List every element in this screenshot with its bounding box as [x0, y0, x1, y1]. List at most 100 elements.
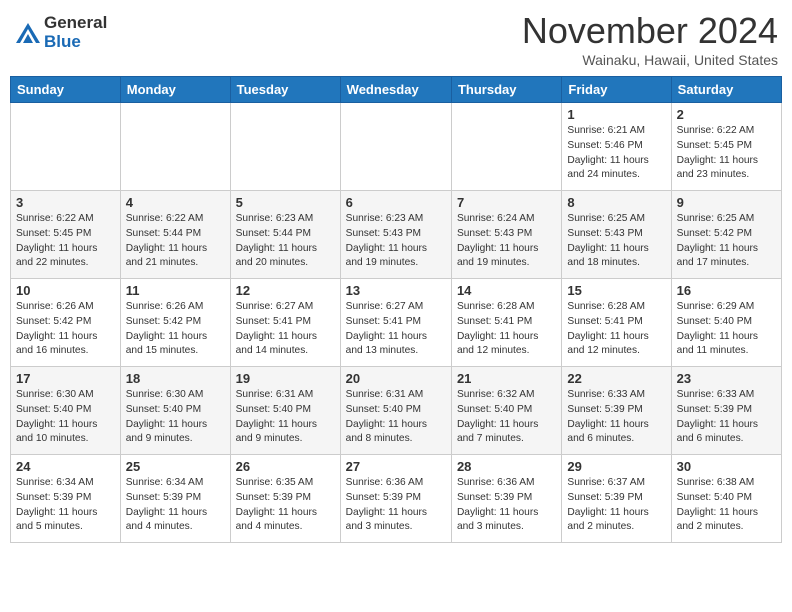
- calendar-cell: 7 Sunrise: 6:24 AM Sunset: 5:43 PM Daylig…: [451, 191, 561, 279]
- calendar-cell: [11, 103, 121, 191]
- day-info: Sunrise: 6:23 AM Sunset: 5:44 PM Dayligh…: [236, 212, 335, 271]
- calendar-cell: 8Sunrise: 6:25 AM Sunset: 5:43 PM Daylig…: [562, 191, 671, 279]
- logo-text: General Blue: [44, 14, 107, 51]
- day-info: Sunrise: 6:27 AM Sunset: 5:41 PM Dayligh…: [346, 300, 446, 359]
- day-info: Sunrise: 6:34 AM Sunset: 5:39 PM Dayligh…: [16, 476, 115, 535]
- day-info: Sunrise: 6:27 AM Sunset: 5:41 PM Dayligh…: [236, 300, 335, 359]
- day-number: 11: [126, 283, 225, 298]
- day-info: Sunrise: 6:22 AM Sunset: 5:44 PM Dayligh…: [126, 212, 225, 271]
- day-number: 25: [126, 459, 225, 474]
- calendar-cell: 2Sunrise: 6:22 AM Sunset: 5:45 PM Daylig…: [671, 103, 781, 191]
- day-number: 27: [346, 459, 446, 474]
- calendar-cell: 17 Sunrise: 6:30 AM Sunset: 5:40 PM Dayli…: [11, 367, 121, 455]
- calendar-cell: 24Sunrise: 6:34 AM Sunset: 5:39 PM Dayli…: [11, 455, 121, 543]
- day-number: 3: [16, 195, 115, 210]
- calendar-week-row: 17 Sunrise: 6:30 AM Sunset: 5:40 PM Dayli…: [11, 367, 782, 455]
- calendar-cell: 25 Sunrise: 6:34 AM Sunset: 5:39 PM Dayli…: [120, 455, 230, 543]
- day-number: 14: [457, 283, 556, 298]
- day-number: 7: [457, 195, 556, 210]
- calendar-cell: [230, 103, 340, 191]
- day-number: 13: [346, 283, 446, 298]
- calendar-cell: 21 Sunrise: 6:32 AM Sunset: 5:40 PM Dayli…: [451, 367, 561, 455]
- day-info: Sunrise: 6:24 AM Sunset: 5:43 PM Dayligh…: [457, 212, 556, 271]
- day-info: Sunrise: 6:21 AM Sunset: 5:46 PM Dayligh…: [567, 124, 665, 183]
- day-of-week-header: Monday: [120, 77, 230, 103]
- day-number: 5: [236, 195, 335, 210]
- day-info: Sunrise: 6:30 AM Sunset: 5:40 PM Dayligh…: [126, 388, 225, 447]
- day-info: Sunrise: 6:36 AM Sunset: 5:39 PM Dayligh…: [346, 476, 446, 535]
- day-number: 20: [346, 371, 446, 386]
- calendar-cell: 20 Sunrise: 6:31 AM Sunset: 5:40 PM Dayli…: [340, 367, 451, 455]
- calendar-cell: 16Sunrise: 6:29 AM Sunset: 5:40 PM Dayli…: [671, 279, 781, 367]
- day-info: Sunrise: 6:26 AM Sunset: 5:42 PM Dayligh…: [16, 300, 115, 359]
- calendar-cell: 6 Sunrise: 6:23 AM Sunset: 5:43 PM Daylig…: [340, 191, 451, 279]
- calendar-cell: 19 Sunrise: 6:31 AM Sunset: 5:40 PM Dayli…: [230, 367, 340, 455]
- calendar-cell: 5 Sunrise: 6:23 AM Sunset: 5:44 PM Daylig…: [230, 191, 340, 279]
- day-info: Sunrise: 6:34 AM Sunset: 5:39 PM Dayligh…: [126, 476, 225, 535]
- calendar-cell: 10 Sunrise: 6:26 AM Sunset: 5:42 PM Dayli…: [11, 279, 121, 367]
- day-info: Sunrise: 6:35 AM Sunset: 5:39 PM Dayligh…: [236, 476, 335, 535]
- calendar-cell: 12 Sunrise: 6:27 AM Sunset: 5:41 PM Dayli…: [230, 279, 340, 367]
- calendar-cell: 11 Sunrise: 6:26 AM Sunset: 5:42 PM Dayli…: [120, 279, 230, 367]
- day-number: 10: [16, 283, 115, 298]
- calendar-cell: 15 Sunrise: 6:28 AM Sunset: 5:41 PM Dayli…: [562, 279, 671, 367]
- day-info: Sunrise: 6:37 AM Sunset: 5:39 PM Dayligh…: [567, 476, 665, 535]
- calendar-week-row: 3 Sunrise: 6:22 AM Sunset: 5:45 PM Daylig…: [11, 191, 782, 279]
- day-info: Sunrise: 6:33 AM Sunset: 5:39 PM Dayligh…: [677, 388, 776, 447]
- day-number: 12: [236, 283, 335, 298]
- day-info: Sunrise: 6:28 AM Sunset: 5:41 PM Dayligh…: [457, 300, 556, 359]
- calendar-table: SundayMondayTuesdayWednesdayThursdayFrid…: [10, 76, 782, 543]
- month-title: November 2024: [522, 10, 778, 52]
- day-number: 29: [567, 459, 665, 474]
- day-of-week-header: Thursday: [451, 77, 561, 103]
- location: Wainaku, Hawaii, United States: [522, 52, 778, 68]
- day-info: Sunrise: 6:32 AM Sunset: 5:40 PM Dayligh…: [457, 388, 556, 447]
- calendar-week-row: 10 Sunrise: 6:26 AM Sunset: 5:42 PM Dayli…: [11, 279, 782, 367]
- calendar-week-row: 24Sunrise: 6:34 AM Sunset: 5:39 PM Dayli…: [11, 455, 782, 543]
- title-block: November 2024 Wainaku, Hawaii, United St…: [522, 10, 778, 68]
- calendar-cell: 27 Sunrise: 6:36 AM Sunset: 5:39 PM Dayli…: [340, 455, 451, 543]
- calendar-cell: [120, 103, 230, 191]
- day-info: Sunrise: 6:28 AM Sunset: 5:41 PM Dayligh…: [567, 300, 665, 359]
- day-info: Sunrise: 6:31 AM Sunset: 5:40 PM Dayligh…: [346, 388, 446, 447]
- day-info: Sunrise: 6:22 AM Sunset: 5:45 PM Dayligh…: [16, 212, 115, 271]
- calendar-cell: 14 Sunrise: 6:28 AM Sunset: 5:41 PM Dayli…: [451, 279, 561, 367]
- day-number: 15: [567, 283, 665, 298]
- day-number: 19: [236, 371, 335, 386]
- page-header: General Blue November 2024 Wainaku, Hawa…: [10, 10, 782, 68]
- day-number: 23: [677, 371, 776, 386]
- day-number: 30: [677, 459, 776, 474]
- calendar-cell: 1 Sunrise: 6:21 AM Sunset: 5:46 PM Daylig…: [562, 103, 671, 191]
- calendar-cell: 29 Sunrise: 6:37 AM Sunset: 5:39 PM Dayli…: [562, 455, 671, 543]
- day-number: 18: [126, 371, 225, 386]
- day-info: Sunrise: 6:23 AM Sunset: 5:43 PM Dayligh…: [346, 212, 446, 271]
- day-number: 26: [236, 459, 335, 474]
- calendar-cell: 26 Sunrise: 6:35 AM Sunset: 5:39 PM Dayli…: [230, 455, 340, 543]
- day-number: 21: [457, 371, 556, 386]
- day-number: 9: [677, 195, 776, 210]
- day-info: Sunrise: 6:26 AM Sunset: 5:42 PM Dayligh…: [126, 300, 225, 359]
- calendar-cell: 30Sunrise: 6:38 AM Sunset: 5:40 PM Dayli…: [671, 455, 781, 543]
- calendar-cell: 28Sunrise: 6:36 AM Sunset: 5:39 PM Dayli…: [451, 455, 561, 543]
- day-of-week-header: Friday: [562, 77, 671, 103]
- calendar-cell: 22Sunrise: 6:33 AM Sunset: 5:39 PM Dayli…: [562, 367, 671, 455]
- day-number: 6: [346, 195, 446, 210]
- calendar-cell: 3 Sunrise: 6:22 AM Sunset: 5:45 PM Daylig…: [11, 191, 121, 279]
- day-info: Sunrise: 6:29 AM Sunset: 5:40 PM Dayligh…: [677, 300, 776, 359]
- day-number: 17: [16, 371, 115, 386]
- day-info: Sunrise: 6:33 AM Sunset: 5:39 PM Dayligh…: [567, 388, 665, 447]
- calendar-cell: 18 Sunrise: 6:30 AM Sunset: 5:40 PM Dayli…: [120, 367, 230, 455]
- calendar-cell: 13 Sunrise: 6:27 AM Sunset: 5:41 PM Dayli…: [340, 279, 451, 367]
- calendar-week-row: 1 Sunrise: 6:21 AM Sunset: 5:46 PM Daylig…: [11, 103, 782, 191]
- day-number: 4: [126, 195, 225, 210]
- calendar-cell: [451, 103, 561, 191]
- day-of-week-header: Saturday: [671, 77, 781, 103]
- day-info: Sunrise: 6:30 AM Sunset: 5:40 PM Dayligh…: [16, 388, 115, 447]
- day-info: Sunrise: 6:25 AM Sunset: 5:42 PM Dayligh…: [677, 212, 776, 271]
- day-info: Sunrise: 6:22 AM Sunset: 5:45 PM Dayligh…: [677, 124, 776, 183]
- day-number: 1: [567, 107, 665, 122]
- day-info: Sunrise: 6:31 AM Sunset: 5:40 PM Dayligh…: [236, 388, 335, 447]
- day-number: 28: [457, 459, 556, 474]
- day-number: 8: [567, 195, 665, 210]
- logo-general: General: [44, 14, 107, 33]
